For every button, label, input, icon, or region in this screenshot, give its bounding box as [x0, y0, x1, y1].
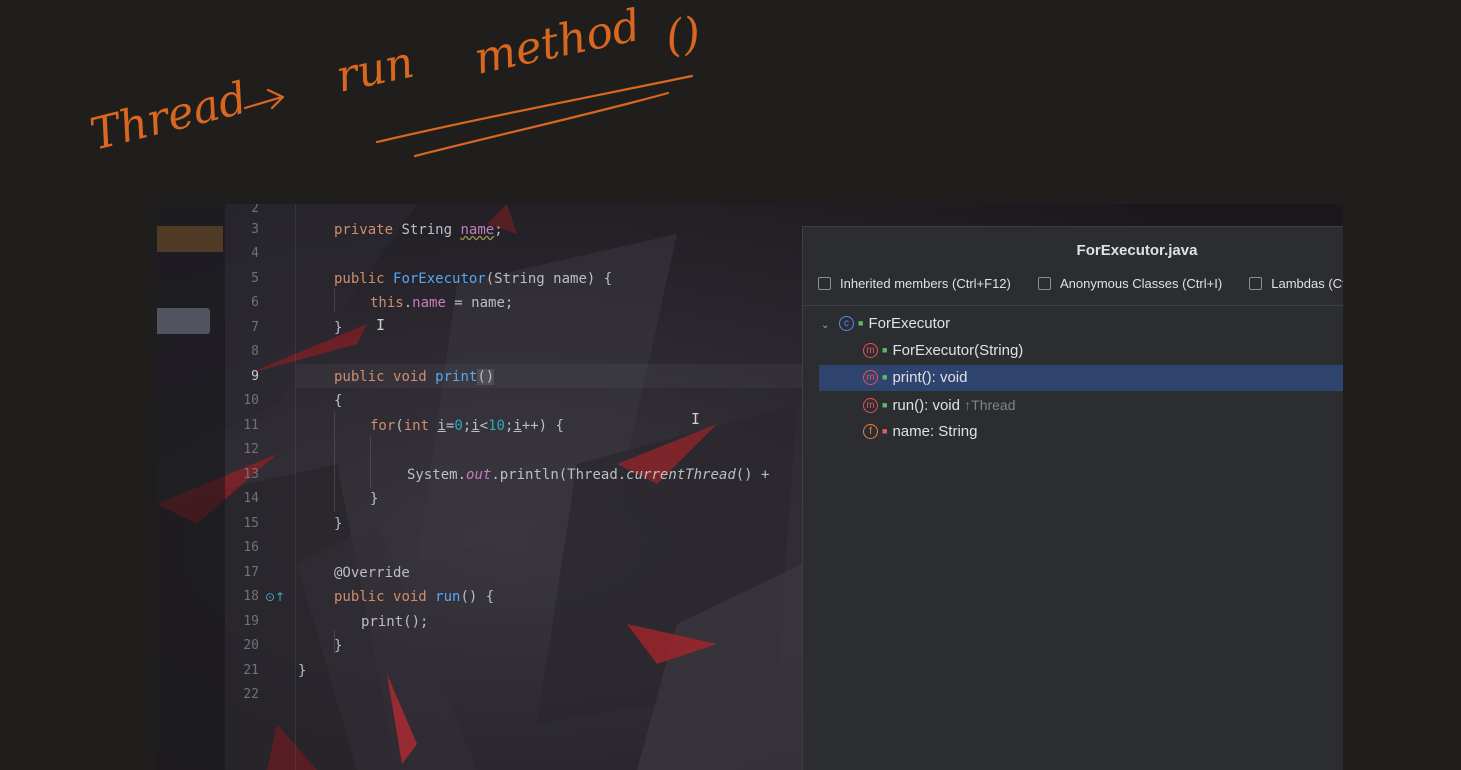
line-number: 11	[243, 418, 259, 433]
code-line-7: }	[334, 320, 343, 336]
line-number: 17	[243, 565, 259, 580]
public-access-icon: ■	[882, 399, 888, 410]
line-number: 14	[243, 491, 259, 506]
line-number: 20	[243, 638, 259, 653]
tree-node-member[interactable]: f ■ name: String	[863, 419, 1343, 445]
code-line-3: private String name;	[334, 222, 503, 238]
override-gutter-icon[interactable]: ⊙↑	[265, 585, 285, 609]
line-number: 21	[243, 663, 259, 678]
line-number: 5	[251, 271, 259, 286]
tree-node-member[interactable]: m ■ ForExecutor(String)	[863, 338, 1343, 364]
line-number: 18	[243, 589, 259, 604]
text-cursor-icon: I	[376, 316, 386, 334]
class-icon: c	[839, 315, 854, 331]
scroll-mark-highlight	[157, 226, 223, 252]
method-icon: m	[863, 342, 878, 358]
code-line-15: }	[334, 516, 343, 532]
field-icon: f	[863, 423, 878, 439]
code-line-13: System.out.println(Thread.currentThread(…	[407, 467, 770, 483]
annotation-underline-1	[375, 74, 694, 144]
line-number: 4	[251, 246, 259, 261]
code-line-20: }	[334, 638, 343, 654]
tree-node-member[interactable]: m ■ run(): void ↑Thread	[863, 392, 1343, 418]
code-line-18: public void run() {	[334, 589, 495, 605]
code-line-19: print();	[361, 614, 429, 630]
line-number: 22	[243, 687, 259, 702]
line-number: 16	[243, 540, 259, 555]
code-line-6: this.name = name;	[370, 295, 514, 311]
line-number: 6	[251, 295, 259, 310]
tree-node-class[interactable]: ⌄ c ■ ForExecutor	[821, 311, 1343, 337]
annotation-word-method: method	[470, 0, 645, 85]
ide-window: 2 3 4 5 6 7 8 9 10 11 12 13 14 15 16 17 …	[157, 204, 1343, 770]
anonymous-classes-checkbox[interactable]: Anonymous Classes (Ctrl+I)	[1037, 276, 1222, 291]
indent-guide	[370, 436, 371, 488]
annotation-word-run: run	[332, 37, 419, 103]
line-number: 3	[251, 222, 259, 237]
lambdas-checkbox[interactable]: Lambdas (Ct	[1249, 276, 1343, 291]
code-line-10: {	[334, 393, 343, 409]
line-number: 19	[243, 614, 259, 629]
line-number: 8	[251, 344, 259, 359]
tool-window-strip	[157, 204, 225, 770]
code-line-14: }	[370, 491, 379, 507]
code-line-11: for(int i=0;i<10;i++) {	[370, 418, 564, 434]
checkbox-box	[1249, 277, 1263, 290]
private-access-icon: ■	[882, 425, 888, 436]
chevron-down-icon[interactable]: ⌄	[821, 313, 839, 339]
line-number: 15	[243, 516, 259, 531]
divider	[803, 305, 1343, 306]
annotation-word-thread: Thread	[85, 73, 252, 161]
filter-bar: Inherited members (Ctrl+F12) Anonymous C…	[818, 275, 1343, 299]
annotation-word-parens: ()	[662, 8, 703, 63]
public-access-icon: ■	[882, 371, 888, 382]
code-editor[interactable]: private String name; public ForExecutor(…	[296, 204, 802, 770]
code-line-17: @Override	[334, 565, 410, 581]
override-hint: ↑Thread	[964, 397, 1016, 413]
line-number: 10	[243, 393, 259, 408]
public-access-icon: ■	[858, 317, 864, 328]
line-number: 12	[243, 442, 259, 457]
checkbox-box	[1037, 277, 1051, 290]
code-line-9: public void print()	[334, 369, 495, 385]
line-number: 13	[243, 467, 259, 482]
method-icon: m	[863, 369, 878, 385]
annotation-arrow	[243, 88, 285, 110]
file-structure-popup: ForExecutor.java Inherited members (Ctrl…	[802, 226, 1343, 770]
inherited-members-checkbox[interactable]: Inherited members (Ctrl+F12)	[818, 276, 1011, 291]
method-icon: m	[863, 397, 878, 413]
handwritten-annotation: Thread run method ()	[85, 0, 703, 161]
scroll-mark	[157, 308, 210, 334]
line-number: 7	[251, 320, 259, 335]
tree-node-member-selected[interactable]: m ■ print(): void	[819, 365, 1343, 391]
checkbox-box	[818, 277, 831, 290]
code-line-21: }	[298, 663, 307, 679]
indent-guide	[334, 288, 335, 312]
code-line-5: public ForExecutor(String name) {	[334, 271, 613, 287]
popup-title: ForExecutor.java	[1076, 242, 1198, 259]
indent-guide	[334, 412, 335, 512]
line-number-active: 9	[251, 369, 259, 384]
line-number-gutter: 2 3 4 5 6 7 8 9 10 11 12 13 14 15 16 17 …	[225, 204, 295, 770]
public-access-icon: ■	[882, 344, 888, 355]
mouse-ibeam-cursor-icon: I	[691, 410, 701, 428]
